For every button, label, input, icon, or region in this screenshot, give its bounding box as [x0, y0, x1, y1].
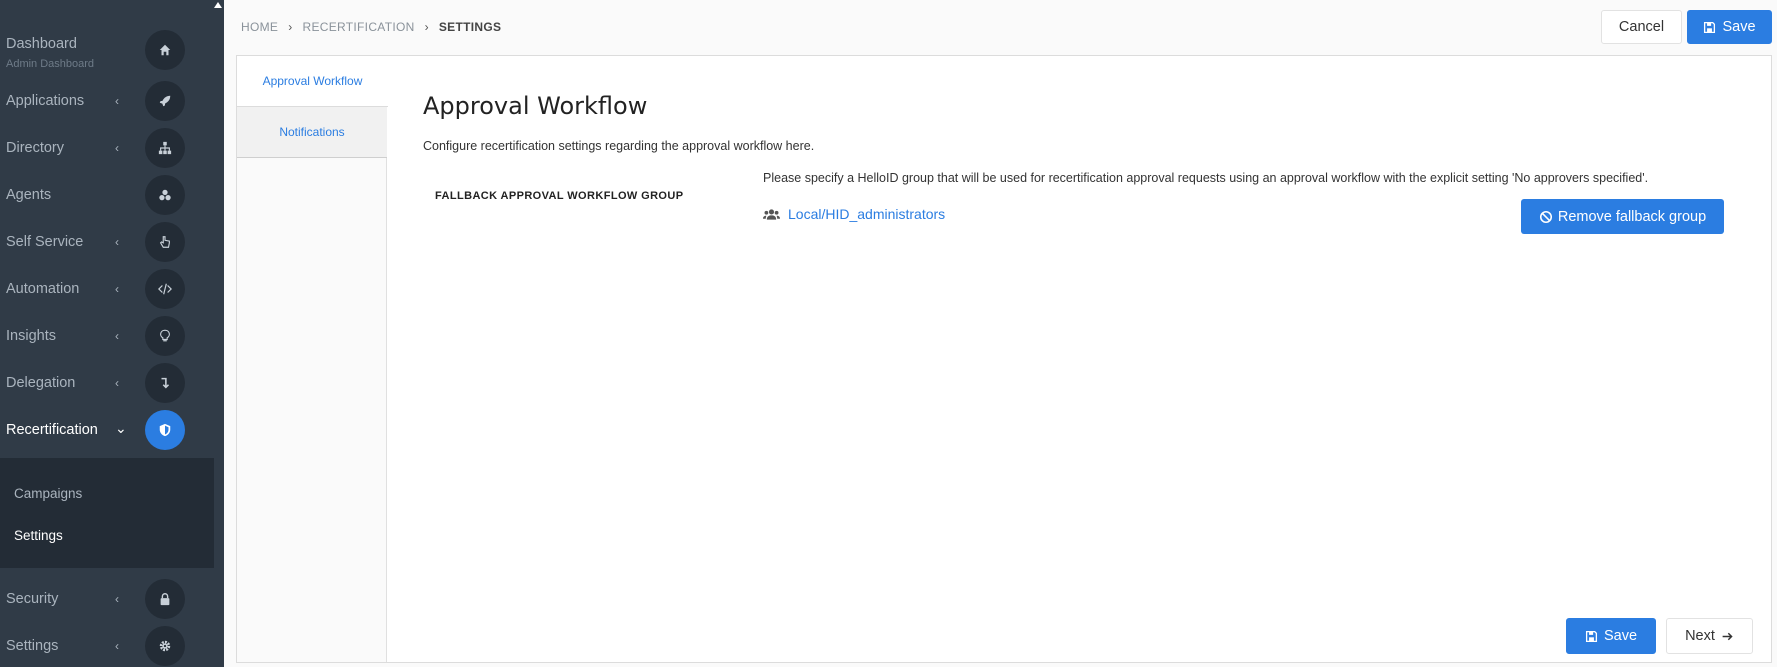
sidebar-item-label: Applications: [6, 93, 85, 109]
tab-notifications[interactable]: Notifications: [237, 107, 387, 158]
sidebar-item-label: Agents: [6, 187, 52, 203]
breadcrumb-recertification[interactable]: RECERTIFICATION: [303, 20, 415, 34]
breadcrumb-home[interactable]: HOME: [241, 20, 278, 34]
sidebar-item-label: Recertification: [6, 422, 98, 438]
footer-save-label: Save: [1603, 628, 1638, 644]
save-icon: [1585, 630, 1597, 642]
chevron-left-icon: ‹: [115, 235, 119, 249]
sidebar-item-label: Settings: [6, 638, 59, 654]
sidebar-item-recertification[interactable]: Recertification ⌄: [0, 406, 224, 453]
sidebar-item-label: Self Service: [6, 234, 84, 250]
submenu-item-settings[interactable]: Settings: [14, 528, 63, 543]
save-icon: [1704, 21, 1716, 33]
submenu-item-campaigns[interactable]: Campaigns: [14, 486, 82, 501]
sitemap-icon: [145, 128, 185, 168]
next-button-label: Next: [1685, 628, 1715, 644]
fallback-group-help: Please specify a HelloID group that will…: [763, 171, 1649, 185]
sidebar-item-dashboard[interactable]: Dashboard Admin Dashboard: [0, 26, 224, 73]
fallback-group-name: Local/HID_administrators: [788, 206, 946, 222]
sidebar-item-settings[interactable]: Settings ‹: [0, 622, 224, 667]
sidebar-item-label: Directory: [6, 140, 65, 156]
chevron-left-icon: ‹: [115, 141, 119, 155]
breadcrumb: HOME › RECERTIFICATION › SETTINGS: [241, 20, 501, 34]
chevron-down-icon: ⌄: [115, 420, 127, 436]
sidebar-item-label: Automation: [6, 281, 80, 297]
sidebar-item-label: Security: [6, 591, 59, 607]
tab-label: Approval Workflow: [262, 74, 363, 88]
breadcrumb-settings: SETTINGS: [438, 20, 502, 34]
save-button[interactable]: Save: [1687, 10, 1772, 44]
fallback-group-link[interactable]: Local/HID_administrators: [763, 206, 945, 222]
gear-icon: [145, 626, 185, 666]
users-icon: [763, 208, 780, 220]
sidebar-item-label: Insights: [6, 328, 56, 344]
sidebar-item-directory[interactable]: Directory ‹: [0, 124, 224, 171]
page-title: Approval Workflow: [423, 92, 648, 120]
scroll-up-icon[interactable]: [214, 2, 222, 8]
chevron-left-icon: ‹: [115, 639, 119, 653]
next-button[interactable]: Next: [1666, 618, 1753, 654]
sidebar-item-insights[interactable]: Insights ‹: [0, 312, 224, 359]
remove-fallback-group-label: Remove fallback group: [1557, 208, 1707, 225]
sidebar-item-applications[interactable]: Applications ‹: [0, 77, 224, 124]
cubes-icon: [145, 175, 185, 215]
sidebar-item-self-service[interactable]: Self Service ‹: [0, 218, 224, 265]
hand-pointer-icon: [145, 222, 185, 262]
page-description: Configure recertification settings regar…: [423, 139, 815, 153]
shield-icon: [145, 410, 185, 450]
rocket-icon: [145, 81, 185, 121]
chevron-right-icon: ›: [288, 20, 293, 34]
save-button-label: Save: [1722, 19, 1756, 35]
sidebar-item-label: Delegation: [6, 375, 76, 391]
chevron-left-icon: ‹: [115, 592, 119, 606]
arrow-right-icon: [1722, 632, 1733, 640]
chevron-left-icon: ‹: [115, 329, 119, 343]
sidebar-item-automation[interactable]: Automation ‹: [0, 265, 224, 312]
chevron-left-icon: ‹: [115, 282, 119, 296]
chevron-left-icon: ‹: [115, 94, 119, 108]
remove-fallback-group-button[interactable]: Remove fallback group: [1521, 199, 1724, 234]
level-down-icon: [145, 363, 185, 403]
lock-icon: [145, 579, 185, 619]
chevron-right-icon: ›: [424, 20, 429, 34]
chevron-left-icon: ‹: [115, 376, 119, 390]
sidebar-item-label: Dashboard: [6, 36, 77, 52]
ban-icon: [1539, 210, 1552, 223]
sidebar-item-agents[interactable]: Agents: [0, 171, 224, 218]
tab-approval-workflow[interactable]: Approval Workflow: [237, 56, 388, 107]
settings-panel: Approval Workflow Notifications Approval…: [236, 55, 1772, 663]
sidebar: Dashboard Admin Dashboard Applications ‹…: [0, 0, 224, 667]
sidebar-item-delegation[interactable]: Delegation ‹: [0, 359, 224, 406]
code-icon: [145, 269, 185, 309]
lightbulb-icon: [145, 316, 185, 356]
sidebar-item-security[interactable]: Security ‹: [0, 575, 224, 622]
home-icon: [145, 30, 185, 70]
settings-tabs: Approval Workflow Notifications: [237, 56, 388, 662]
sidebar-item-sublabel: Admin Dashboard: [6, 58, 95, 70]
cancel-button[interactable]: Cancel: [1601, 10, 1682, 44]
cancel-button-label: Cancel: [1618, 19, 1665, 35]
tab-label: Notifications: [279, 125, 345, 139]
footer-save-button[interactable]: Save: [1566, 618, 1656, 654]
recertification-submenu: Campaigns Settings: [0, 458, 214, 568]
fallback-group-label: FALLBACK APPROVAL WORKFLOW GROUP: [435, 190, 684, 202]
